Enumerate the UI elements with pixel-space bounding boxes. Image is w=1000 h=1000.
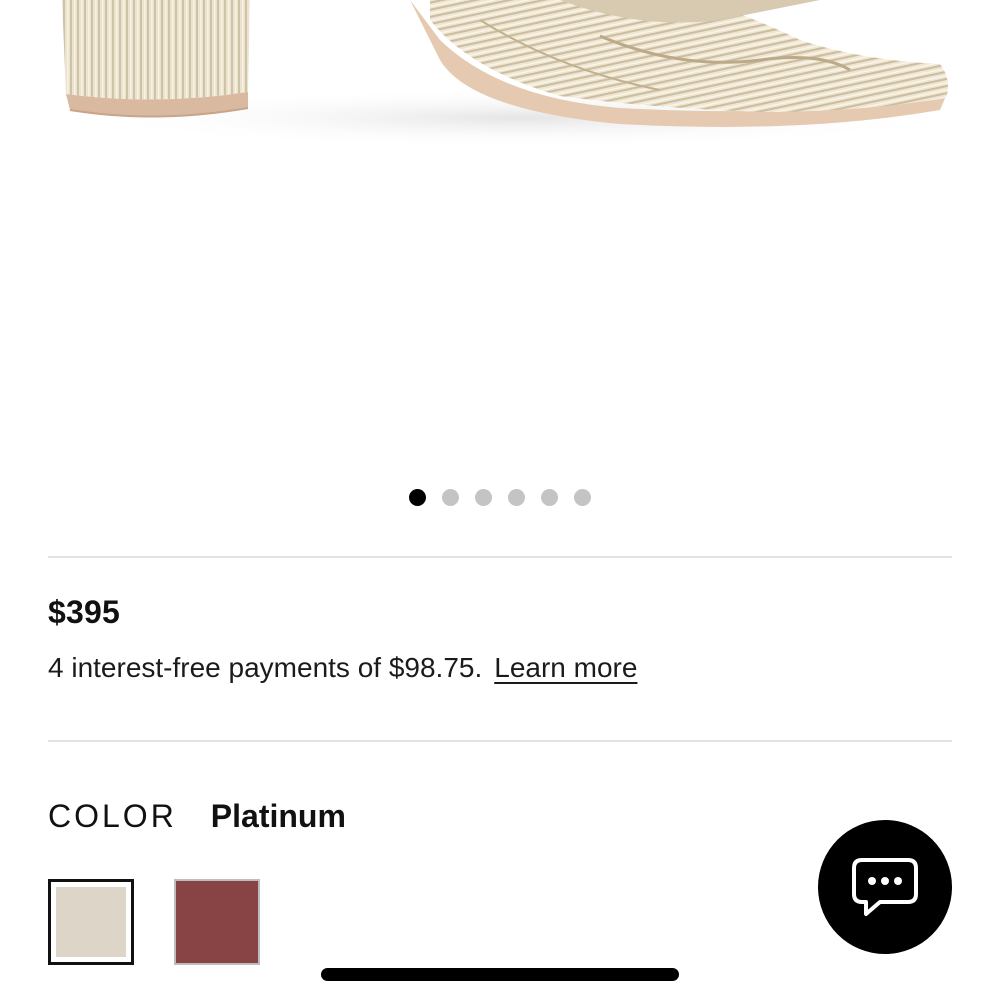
selected-color-name: Platinum [210,798,346,834]
installment-info: 4 interest-free payments of $98.75. Learn… [48,652,637,684]
product-image[interactable] [0,0,1000,470]
chat-bubble-icon [852,858,918,916]
carousel-dot-5[interactable] [541,489,558,506]
carousel-pagination [0,489,1000,506]
color-swatch-red[interactable] [174,879,260,965]
color-selector-header: COLOR Platinum [48,798,346,835]
product-price: $395 [48,594,120,630]
learn-more-link[interactable]: Learn more [494,652,637,683]
installment-text: 4 interest-free payments of $98.75. [48,652,483,683]
product-page: $395 4 interest-free payments of $98.75.… [0,0,1000,1000]
divider [48,556,952,558]
color-label: COLOR [48,798,177,834]
carousel-dot-3[interactable] [475,489,492,506]
carousel-dot-2[interactable] [442,489,459,506]
color-swatch-platinum[interactable] [48,879,134,965]
divider [48,740,952,742]
carousel-dot-6[interactable] [574,489,591,506]
chat-button[interactable] [818,820,952,954]
home-indicator[interactable] [321,968,679,981]
product-photo [62,0,960,148]
swatch-fill [56,887,126,957]
carousel-dot-4[interactable] [508,489,525,506]
carousel-dot-1[interactable] [409,489,426,506]
